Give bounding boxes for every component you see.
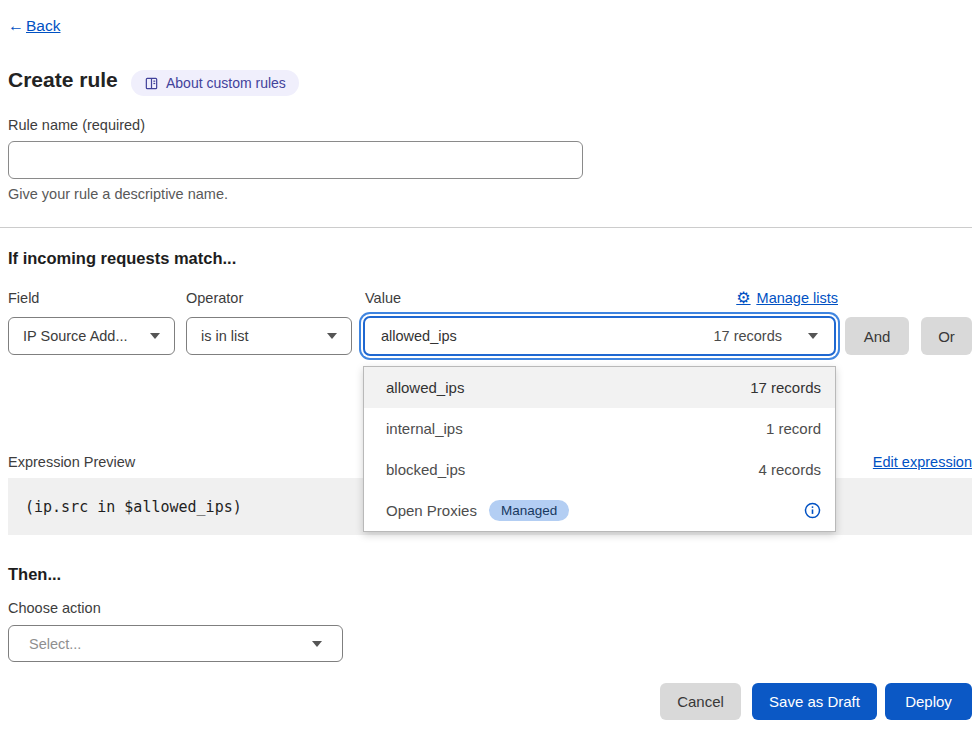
back-link[interactable]: ←Back <box>8 17 60 35</box>
and-button[interactable]: And <box>845 317 909 355</box>
section-divider <box>0 227 972 228</box>
operator-label: Operator <box>186 290 243 306</box>
dropdown-option-open-proxies[interactable]: Open Proxies Managed <box>364 490 835 531</box>
book-icon <box>144 76 159 91</box>
save-as-draft-button[interactable]: Save as Draft <box>752 683 877 720</box>
value-select-name: allowed_ips <box>381 328 457 344</box>
value-select[interactable]: allowed_ips 17 records <box>363 316 836 356</box>
info-icon[interactable] <box>804 502 821 519</box>
list-name: blocked_ips <box>386 461 465 478</box>
field-select-value: IP Source Add... <box>23 328 128 344</box>
cancel-button[interactable]: Cancel <box>660 683 741 720</box>
action-select[interactable]: Select... <box>8 625 343 662</box>
value-dropdown-menu: allowed_ips 17 records internal_ips 1 re… <box>363 366 836 532</box>
list-name: Open Proxies <box>386 502 477 519</box>
chevron-down-icon <box>808 333 818 339</box>
chevron-down-icon <box>312 641 322 647</box>
back-label: Back <box>26 17 60 34</box>
page-title: Create rule <box>8 68 118 92</box>
dropdown-option-allowed-ips[interactable]: allowed_ips 17 records <box>364 367 835 408</box>
edit-expression-link[interactable]: Edit expression <box>873 454 972 470</box>
dropdown-option-blocked-ips[interactable]: blocked_ips 4 records <box>364 449 835 490</box>
list-record-count: 4 records <box>758 461 821 478</box>
manage-lists-label: Manage lists <box>757 290 838 306</box>
deploy-button[interactable]: Deploy <box>885 683 972 720</box>
match-section-heading: If incoming requests match... <box>8 249 236 268</box>
value-label: Value <box>365 290 401 306</box>
about-custom-rules-link[interactable]: About custom rules <box>131 70 299 96</box>
operator-select[interactable]: is in list <box>186 317 352 355</box>
action-select-placeholder: Select... <box>29 636 81 652</box>
rule-name-input[interactable] <box>8 141 583 179</box>
choose-action-label: Choose action <box>8 600 101 616</box>
rule-name-help-text: Give your rule a descriptive name. <box>8 186 228 202</box>
list-name: allowed_ips <box>386 379 464 396</box>
list-record-count: 1 record <box>766 420 821 437</box>
dropdown-option-internal-ips[interactable]: internal_ips 1 record <box>364 408 835 449</box>
value-select-count: 17 records <box>713 328 782 344</box>
create-rule-page: ←Back Create rule About custom rules Rul… <box>0 0 979 739</box>
rule-name-label: Rule name (required) <box>8 117 145 133</box>
managed-badge: Managed <box>489 500 569 521</box>
expression-preview-label: Expression Preview <box>8 454 135 470</box>
chevron-down-icon <box>150 333 160 339</box>
chevron-down-icon <box>327 333 337 339</box>
field-label: Field <box>8 290 39 306</box>
list-name: internal_ips <box>386 420 463 437</box>
operator-select-value: is in list <box>201 328 249 344</box>
field-select[interactable]: IP Source Add... <box>8 317 175 355</box>
back-arrow-icon: ← <box>8 17 24 34</box>
manage-lists-link[interactable]: ⚙ Manage lists <box>736 290 838 306</box>
or-button[interactable]: Or <box>921 317 972 355</box>
about-badge-label: About custom rules <box>166 75 286 91</box>
then-section-heading: Then... <box>8 565 61 584</box>
list-record-count: 17 records <box>750 379 821 396</box>
gear-icon: ⚙ <box>736 290 750 306</box>
expression-code: (ip.src in $allowed_ips) <box>8 498 242 516</box>
